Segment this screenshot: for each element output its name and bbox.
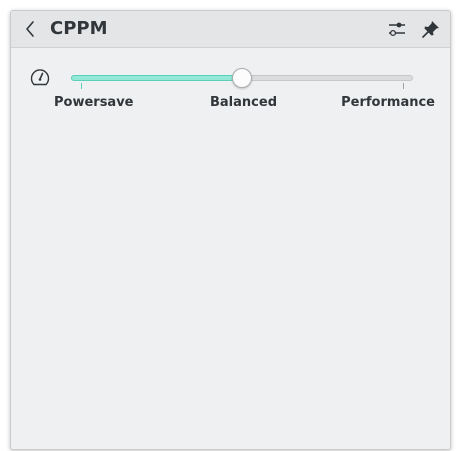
option-label-powersave: Powersave <box>54 95 134 110</box>
pin-icon <box>422 21 439 38</box>
page-title: CPPM <box>50 18 108 39</box>
option-label-performance: Performance <box>341 95 435 110</box>
back-button[interactable] <box>19 17 43 41</box>
pin-button[interactable] <box>419 17 443 41</box>
slider-fill <box>71 75 242 81</box>
header-bar: CPPM <box>11 11 450 48</box>
sliders-icon <box>389 22 405 37</box>
settings-button[interactable] <box>385 17 409 41</box>
slider-tick-powersave <box>81 83 82 89</box>
chevron-left-icon <box>26 21 34 37</box>
slider-handle[interactable] <box>232 68 252 88</box>
speedometer-icon <box>29 67 51 89</box>
option-label-balanced: Balanced <box>210 95 277 110</box>
slider-tick-performance <box>403 83 404 89</box>
cppm-popup: CPPM Powersave Balanced Performance <box>10 10 451 450</box>
